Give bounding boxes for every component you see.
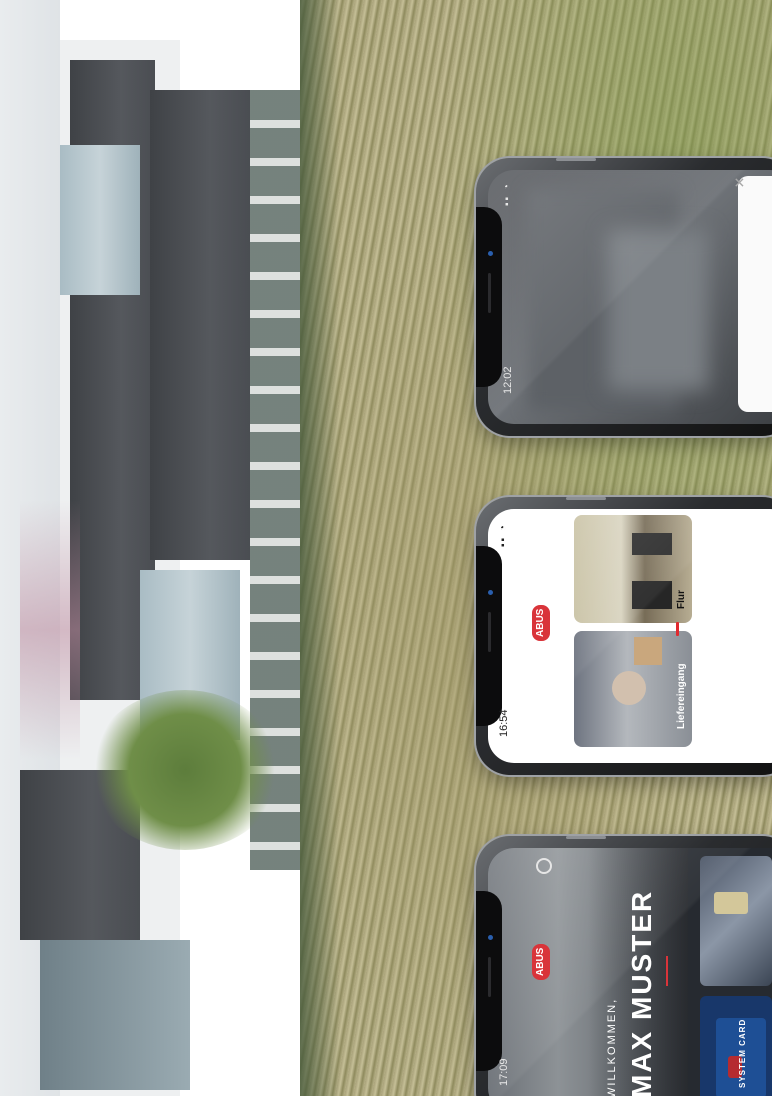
phone-side-button xyxy=(566,497,606,500)
phone-notch xyxy=(476,891,502,1071)
package-in-feed xyxy=(634,637,662,665)
card-label-system: SYSTEM CARD xyxy=(738,1018,747,1088)
abus-logo: ABUS xyxy=(532,944,550,980)
camera-label-flur: Flur xyxy=(676,590,687,609)
phone-mockup-1: 12:02 ▪▪ ◔ ✕ xyxy=(476,158,772,436)
phone-mockup-2: 16:54 ▪▪ ◔ ABUS Flur Liefereingang xyxy=(476,497,772,775)
status-icons: ▪▪ ◔ xyxy=(502,182,513,206)
feature-card-system[interactable] xyxy=(700,996,772,1096)
welcome-text: WILLKOMMEN, xyxy=(606,997,618,1096)
sky-reflection xyxy=(20,500,80,760)
blurred-camera-feed xyxy=(608,230,708,390)
user-name: MAX MUSTER xyxy=(626,889,657,1096)
meadow-edge xyxy=(300,0,340,1096)
close-icon[interactable]: ✕ xyxy=(731,177,748,189)
phone-mockup-3: 17:09 ABUS WILLKOMMEN, MAX MUSTER SYSTEM… xyxy=(476,836,772,1096)
tree xyxy=(90,690,280,850)
dialog-sheet[interactable] xyxy=(738,176,772,412)
speaker xyxy=(488,957,491,997)
feature-card-keys[interactable] xyxy=(700,856,772,986)
status-time: 12:02 xyxy=(502,366,514,394)
brand-text: ABUS xyxy=(535,947,546,976)
speaker xyxy=(488,273,491,313)
status-time: 17:09 xyxy=(498,1058,510,1086)
status-icons: ▪▪ ◔ xyxy=(498,523,509,547)
person-in-feed xyxy=(612,671,646,705)
front-camera xyxy=(488,590,493,595)
phone-notch xyxy=(476,546,502,726)
phone-notch xyxy=(476,207,502,387)
building-window xyxy=(60,145,140,295)
phone-side-button xyxy=(566,836,606,839)
speaker xyxy=(488,612,491,652)
status-time: 16:54 xyxy=(498,709,510,737)
camera-tile-flur[interactable] xyxy=(574,515,692,623)
phone-screen xyxy=(488,170,772,424)
phone-screen xyxy=(488,509,772,763)
door xyxy=(632,581,672,609)
keys-image xyxy=(714,892,748,914)
front-camera xyxy=(488,935,493,940)
camera-status-indicator xyxy=(676,622,679,636)
camera-label-liefereingang: Liefereingang xyxy=(676,663,687,729)
abus-logo: ABUS xyxy=(532,605,550,641)
brand-text: ABUS xyxy=(535,608,546,637)
phone-side-button xyxy=(556,158,596,161)
accent-line xyxy=(666,956,668,986)
gear-icon[interactable] xyxy=(536,858,552,874)
front-camera xyxy=(488,251,493,256)
building-solar-panel xyxy=(150,90,250,560)
door xyxy=(632,533,672,555)
camera-tile-liefereingang[interactable] xyxy=(574,631,692,747)
building-window xyxy=(40,940,190,1090)
scene: 12:02 ▪▪ ◔ ✕ 16:54 ▪▪ ◔ ABUS Flur Liefer… xyxy=(0,0,772,1096)
